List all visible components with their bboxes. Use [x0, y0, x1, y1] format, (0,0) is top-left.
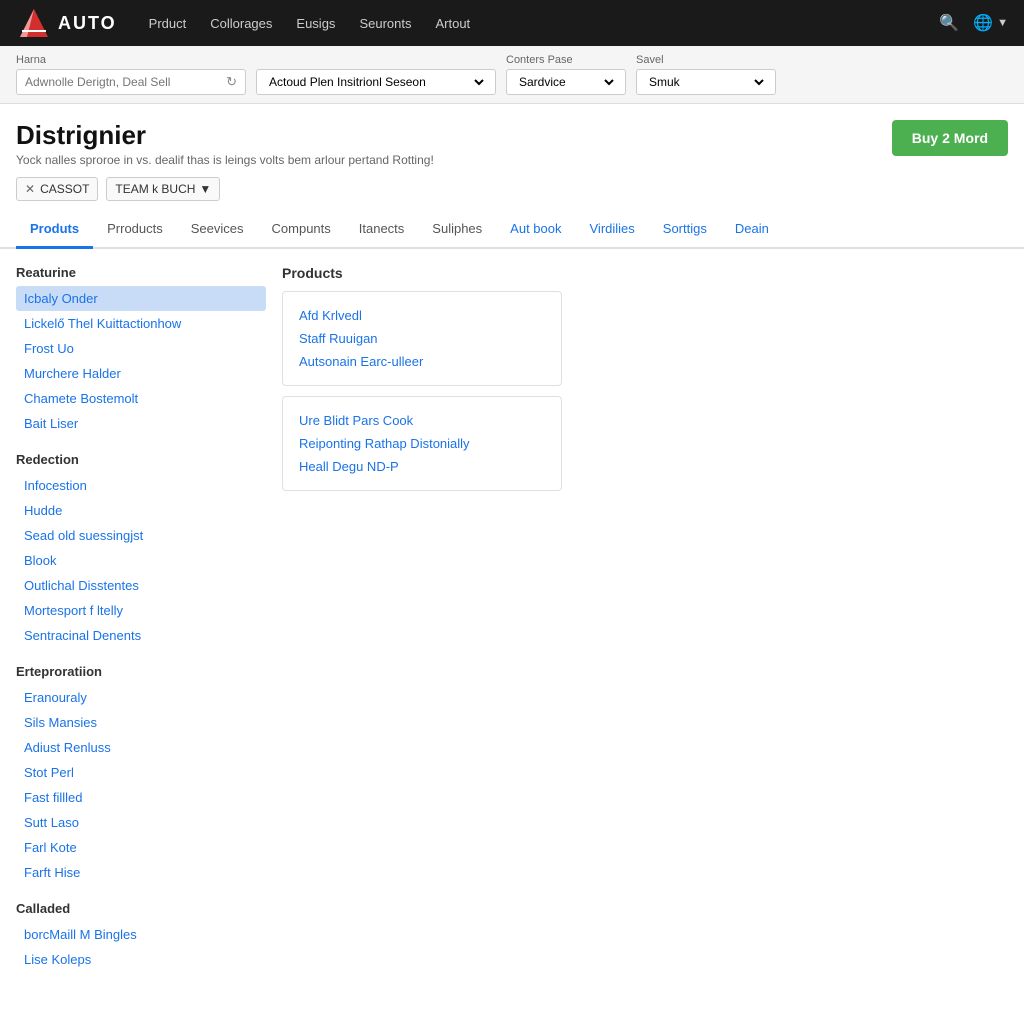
- list-item-infocestion[interactable]: Infocestion: [16, 473, 266, 498]
- product-item-0-1[interactable]: Staff Ruuigan: [299, 327, 545, 350]
- filter-bar: Harna ↻ Actoud Plen Insitrionl Seseon Co…: [0, 46, 1024, 104]
- list-item-fast-fillled[interactable]: Fast fillled: [16, 785, 266, 810]
- nav-seuronts[interactable]: Seuronts: [359, 16, 411, 31]
- tab-deain[interactable]: Deain: [721, 211, 783, 249]
- logo-icon: [16, 5, 52, 41]
- list-item-farft-hise[interactable]: Farft Hise: [16, 860, 266, 885]
- saved-wrap: Smuk: [636, 69, 776, 95]
- product-item-0-2[interactable]: Autsonain Earc-ulleer: [299, 350, 545, 373]
- refresh-icon[interactable]: ↻: [226, 74, 237, 90]
- list-item-outlichal[interactable]: Outlichal Disstentes: [16, 573, 266, 598]
- tab-produts[interactable]: Produts: [16, 211, 93, 249]
- conters-pase-select[interactable]: Sardvice: [515, 74, 617, 90]
- page-title-text: Distrignier Yock nalles sproroe in vs. d…: [16, 120, 434, 167]
- list-item-sentracinal[interactable]: Sentracinal Denents: [16, 623, 266, 648]
- name-label: Harna: [16, 54, 246, 66]
- tab-seevices[interactable]: Seevices: [177, 211, 258, 249]
- dropdown1-label: [256, 54, 496, 66]
- product-item-1-2[interactable]: Heall Degu ND-P: [299, 455, 545, 478]
- dropdown1-group: Actoud Plen Insitrionl Seseon: [256, 54, 496, 95]
- list-item-lickelo[interactable]: Lickelő Thel Kuittactionhow: [16, 311, 266, 336]
- tag-cassot-label: CASSOT: [40, 182, 89, 196]
- list-item-sutt-laso[interactable]: Sutt Laso: [16, 810, 266, 835]
- conters-pase-label: Conters Pase: [506, 54, 626, 66]
- tab-prroducts[interactable]: Prroducts: [93, 211, 177, 249]
- content-area: Reaturine Icbaly Onder Lickelő Thel Kuit…: [0, 249, 1024, 988]
- logo[interactable]: AUTO: [16, 5, 117, 41]
- tab-compunts[interactable]: Compunts: [258, 211, 345, 249]
- tab-suliphes[interactable]: Suliphes: [418, 211, 496, 249]
- section-redection-title: Redection: [16, 452, 266, 467]
- page-title: Distrignier: [16, 120, 434, 151]
- product-item-1-1[interactable]: Reiponting Rathap Distonially: [299, 432, 545, 455]
- globe-button[interactable]: 🌐 ▼: [973, 13, 1008, 33]
- list-item-murchere[interactable]: Murchere Halder: [16, 361, 266, 386]
- header: AUTO Prduct Collorages Eusigs Seuronts A…: [0, 0, 1024, 46]
- list-item-lise-koleps[interactable]: Lise Koleps: [16, 947, 266, 972]
- buy-button[interactable]: Buy 2 Mord: [892, 120, 1008, 156]
- name-input[interactable]: [25, 75, 226, 89]
- list-item-eranouraly[interactable]: Eranouraly: [16, 685, 266, 710]
- list-item-borcmaill[interactable]: borcMaill M Bingles: [16, 922, 266, 947]
- nav-artout[interactable]: Artout: [435, 16, 470, 31]
- section-calladed-title: Calladed: [16, 901, 266, 916]
- list-item-hudde[interactable]: Hudde: [16, 498, 266, 523]
- list-item-frost-uo[interactable]: Frost Uo: [16, 336, 266, 361]
- product-card-0: Afd Krlvedl Staff Ruuigan Autsonain Earc…: [282, 291, 562, 386]
- list-item-icbaly-onder[interactable]: Icbaly Onder: [16, 286, 266, 311]
- tab-sorttigs[interactable]: Sorttigs: [649, 211, 721, 249]
- product-card-1: Ure Blidt Pars Cook Reiponting Rathap Di…: [282, 396, 562, 491]
- header-actions: 🔍 🌐 ▼: [939, 13, 1008, 33]
- dropdown1-wrap: Actoud Plen Insitrionl Seseon: [256, 69, 496, 95]
- left-panel: Reaturine Icbaly Onder Lickelő Thel Kuit…: [16, 265, 266, 972]
- nav-collorages[interactable]: Collorages: [210, 16, 272, 31]
- logo-text: AUTO: [58, 13, 117, 34]
- nav-eusigs[interactable]: Eusigs: [296, 16, 335, 31]
- saved-group: Savel Smuk: [636, 54, 776, 95]
- chevron-down-icon: ▼: [199, 182, 211, 196]
- product-item-1-0[interactable]: Ure Blidt Pars Cook: [299, 409, 545, 432]
- tab-virdilies[interactable]: Virdilies: [576, 211, 649, 249]
- tags-row: ✕ CASSOT TEAM k BUCH ▼: [0, 177, 1024, 211]
- right-panel-title: Products: [282, 265, 1008, 281]
- section-erteproration-title: Erteproratiion: [16, 664, 266, 679]
- saved-select[interactable]: Smuk: [645, 74, 767, 90]
- list-item-sils-mansies[interactable]: Sils Mansies: [16, 710, 266, 735]
- product-item-0-0[interactable]: Afd Krlvedl: [299, 304, 545, 327]
- tag-team-label: TEAM k BUCH: [115, 182, 195, 196]
- tag-cassot: ✕ CASSOT: [16, 177, 98, 201]
- list-item-blook[interactable]: Blook: [16, 548, 266, 573]
- tag-cassot-remove[interactable]: ✕: [25, 182, 35, 196]
- conters-pase-wrap: Sardvice: [506, 69, 626, 95]
- nav-product[interactable]: Prduct: [149, 16, 187, 31]
- saved-label: Savel: [636, 54, 776, 66]
- header-nav: Prduct Collorages Eusigs Seuronts Artout: [149, 16, 940, 31]
- dropdown1-select[interactable]: Actoud Plen Insitrionl Seseon: [265, 74, 487, 90]
- tab-itanects[interactable]: Itanects: [345, 211, 419, 249]
- page-title-bar: Distrignier Yock nalles sproroe in vs. d…: [0, 104, 1024, 177]
- tab-aut-book[interactable]: Aut book: [496, 211, 575, 249]
- page-subtitle: Yock nalles sproroe in vs. dealif thas i…: [16, 153, 434, 167]
- tag-team[interactable]: TEAM k BUCH ▼: [106, 177, 220, 201]
- name-filter-group: Harna ↻: [16, 54, 246, 95]
- list-item-adiust[interactable]: Adiust Renluss: [16, 735, 266, 760]
- conters-pase-group: Conters Pase Sardvice: [506, 54, 626, 95]
- main-tabs: Produts Prroducts Seevices Compunts Itan…: [0, 211, 1024, 249]
- search-icon[interactable]: 🔍: [939, 13, 959, 33]
- name-input-wrap: ↻: [16, 69, 246, 95]
- right-panel: Products Afd Krlvedl Staff Ruuigan Autso…: [282, 265, 1008, 972]
- list-item-sead[interactable]: Sead old suessingjst: [16, 523, 266, 548]
- list-item-mortesport[interactable]: Mortesport f ltelly: [16, 598, 266, 623]
- list-item-chamete[interactable]: Chamete Bostemolt: [16, 386, 266, 411]
- list-item-bait-liser[interactable]: Bait Liser: [16, 411, 266, 436]
- list-item-farl-kote[interactable]: Farl Kote: [16, 835, 266, 860]
- section-reaturine-title: Reaturine: [16, 265, 266, 280]
- list-item-stot-perl[interactable]: Stot Perl: [16, 760, 266, 785]
